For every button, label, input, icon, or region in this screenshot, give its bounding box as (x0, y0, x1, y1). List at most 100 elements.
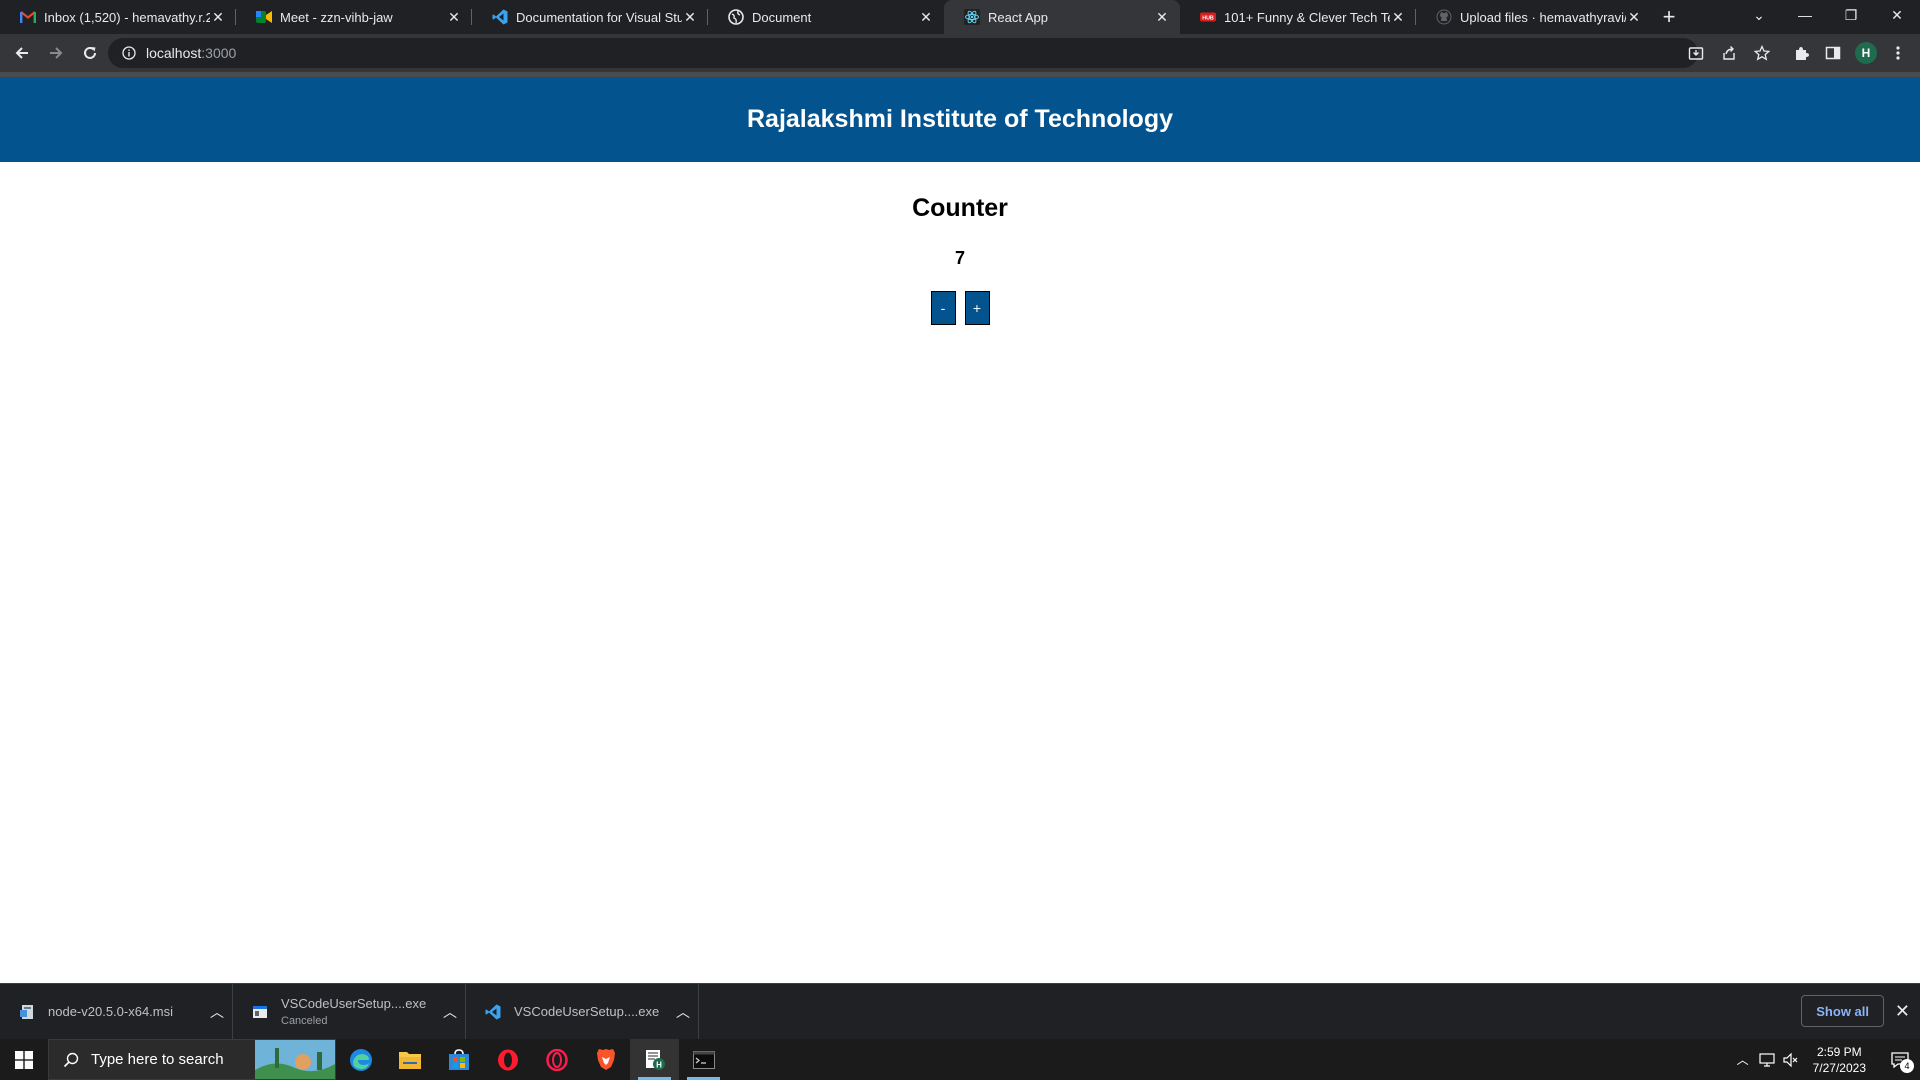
star-icon (1754, 45, 1770, 61)
tab-title: 101+ Funny & Clever Tech Team Names (1224, 9, 1390, 25)
chrome-profile-icon: H (645, 1049, 665, 1070)
browser-menu-button[interactable] (1882, 37, 1914, 69)
network-button[interactable] (1755, 1039, 1779, 1080)
taskbar-brave[interactable] (581, 1039, 630, 1080)
vscode-icon (492, 9, 508, 25)
tab-vscode-docs[interactable]: Documentation for Visual Studio Code ✕ (472, 0, 708, 34)
tab-close-icon[interactable]: ✕ (210, 9, 226, 25)
new-tab-button[interactable]: + (1652, 0, 1686, 34)
tab-title: React App (988, 9, 1048, 25)
download-item[interactable]: VSCodeUserSetup....exe Canceled ︿ (233, 983, 466, 1040)
taskbar-opera-gx[interactable] (532, 1039, 581, 1080)
site-title: Rajalakshmi Institute of Technology (747, 105, 1173, 133)
url-port: :3000 (201, 45, 237, 61)
chevron-down-icon: ⌄ (1753, 6, 1765, 23)
minimize-icon: — (1798, 7, 1812, 23)
chevron-up-icon[interactable]: ︿ (668, 1002, 698, 1022)
start-button[interactable] (0, 1039, 48, 1080)
taskbar-microsoft-store[interactable] (434, 1039, 483, 1080)
github-icon (1436, 9, 1452, 25)
tab-close-icon[interactable]: ✕ (1154, 9, 1170, 25)
taskbar-clock[interactable]: 2:59 PM 7/27/2023 (1813, 1044, 1866, 1076)
tab-hubspot[interactable]: HUB 101+ Funny & Clever Tech Team Names … (1180, 0, 1416, 34)
taskbar-edge[interactable] (336, 1039, 385, 1080)
chevron-up-icon[interactable]: ︿ (202, 1002, 232, 1022)
share-button[interactable] (1713, 37, 1745, 69)
install-app-button[interactable] (1680, 37, 1712, 69)
tab-close-icon[interactable]: ✕ (1390, 9, 1406, 25)
clock-time: 2:59 PM (1816, 1044, 1862, 1059)
avatar: H (1855, 42, 1877, 64)
browser-tab-strip: Inbox (1,520) - hemavathy.r.2021 ✕ Meet … (0, 0, 1920, 34)
react-icon (964, 9, 980, 25)
google-meet-icon (256, 9, 272, 25)
url-host: localhost (146, 45, 202, 61)
opera-gx-icon (545, 1048, 568, 1071)
tab-close-icon[interactable]: ✕ (682, 9, 698, 25)
download-filename: node-v20.5.0-x64.msi (48, 1004, 174, 1019)
tab-title: Meet - zzn-vihb-jaw (280, 9, 393, 25)
download-filename: VSCodeUserSetup....exe (514, 1004, 660, 1019)
tab-close-icon[interactable]: ✕ (1626, 9, 1642, 25)
address-bar[interactable]: localhost:3000 (108, 38, 1698, 68)
close-download-shelf-icon[interactable]: ✕ (1895, 1000, 1910, 1022)
tab-meet[interactable]: Meet - zzn-vihb-jaw ✕ (236, 0, 472, 34)
tab-title: Documentation for Visual Studio Code (516, 9, 682, 25)
increment-button[interactable]: + (964, 291, 990, 325)
action-center-button[interactable]: 4 (1880, 1039, 1920, 1080)
tab-close-icon[interactable]: ✕ (446, 9, 462, 25)
forward-button[interactable] (40, 37, 72, 69)
search-placeholder: Type here to search (91, 1051, 224, 1068)
side-panel-button[interactable] (1817, 37, 1849, 69)
tab-react-app[interactable]: React App ✕ (944, 0, 1180, 34)
puzzle-icon (1796, 47, 1809, 60)
profile-button[interactable]: H (1850, 37, 1882, 69)
bookmark-button[interactable] (1746, 37, 1778, 69)
chevron-up-icon[interactable]: ︿ (435, 1002, 465, 1022)
tab-search-button[interactable]: ⌄ (1736, 0, 1782, 30)
taskbar-chrome-profile[interactable]: H (630, 1039, 679, 1080)
download-item[interactable]: VSCodeUserSetup....exe ︿ (466, 983, 699, 1040)
tab-close-icon[interactable]: ✕ (918, 9, 934, 25)
tab-gmail[interactable]: Inbox (1,520) - hemavathy.r.2021 ✕ (0, 0, 236, 34)
browser-toolbar: localhost:3000 H (0, 34, 1920, 72)
show-hidden-icons-button[interactable]: ︿ (1731, 1039, 1755, 1080)
download-shelf: node-v20.5.0-x64.msi ︿ VSCodeUserSetup..… (0, 983, 1920, 1040)
taskbar-opera[interactable] (483, 1039, 532, 1080)
globe-icon (728, 9, 744, 25)
windows-logo-icon (15, 1050, 33, 1069)
search-icon (63, 1052, 79, 1067)
edge-icon (349, 1048, 372, 1071)
notification-count-badge: 4 (1900, 1059, 1914, 1073)
taskbar-search-box[interactable]: Type here to search (48, 1039, 336, 1080)
download-filename: VSCodeUserSetup....exe (281, 996, 427, 1011)
close-window-button[interactable]: ✕ (1874, 0, 1920, 30)
svg-text:H: H (656, 1060, 662, 1069)
counter-heading: Counter (912, 194, 1008, 222)
back-button[interactable] (6, 37, 38, 69)
volume-button[interactable] (1779, 1039, 1803, 1080)
reload-button[interactable] (74, 37, 106, 69)
url-text: localhost:3000 (146, 45, 236, 61)
restore-button[interactable]: ❐ (1828, 0, 1874, 30)
brave-lion-icon (596, 1049, 615, 1070)
download-item[interactable]: node-v20.5.0-x64.msi ︿ (0, 983, 233, 1040)
system-tray: ︿ 2:59 PM 7/27/2023 4 (1731, 1039, 1920, 1080)
arrow-left-icon (15, 47, 28, 59)
counter-value: 7 (954, 248, 965, 268)
extensions-button[interactable] (1786, 37, 1818, 69)
msi-installer-icon (18, 1003, 36, 1021)
more-vertical-icon (1896, 46, 1900, 60)
tab-github[interactable]: Upload files · hemavathyravi/my ✕ (1416, 0, 1652, 34)
close-icon: ✕ (1891, 6, 1903, 23)
network-icon (1759, 1052, 1775, 1067)
taskbar-terminal[interactable] (679, 1039, 728, 1080)
taskbar-file-explorer[interactable] (385, 1039, 434, 1080)
search-highlight-illustration (255, 1040, 335, 1079)
tab-document[interactable]: Document ✕ (708, 0, 944, 34)
windows-taskbar: Type here to search H ︿ 2:59 PM 7/27/202… (0, 1039, 1920, 1080)
decrement-button[interactable]: - (930, 291, 956, 325)
show-all-downloads-button[interactable]: Show all (1801, 995, 1884, 1027)
store-icon (448, 1048, 469, 1070)
minimize-button[interactable]: — (1782, 0, 1828, 30)
